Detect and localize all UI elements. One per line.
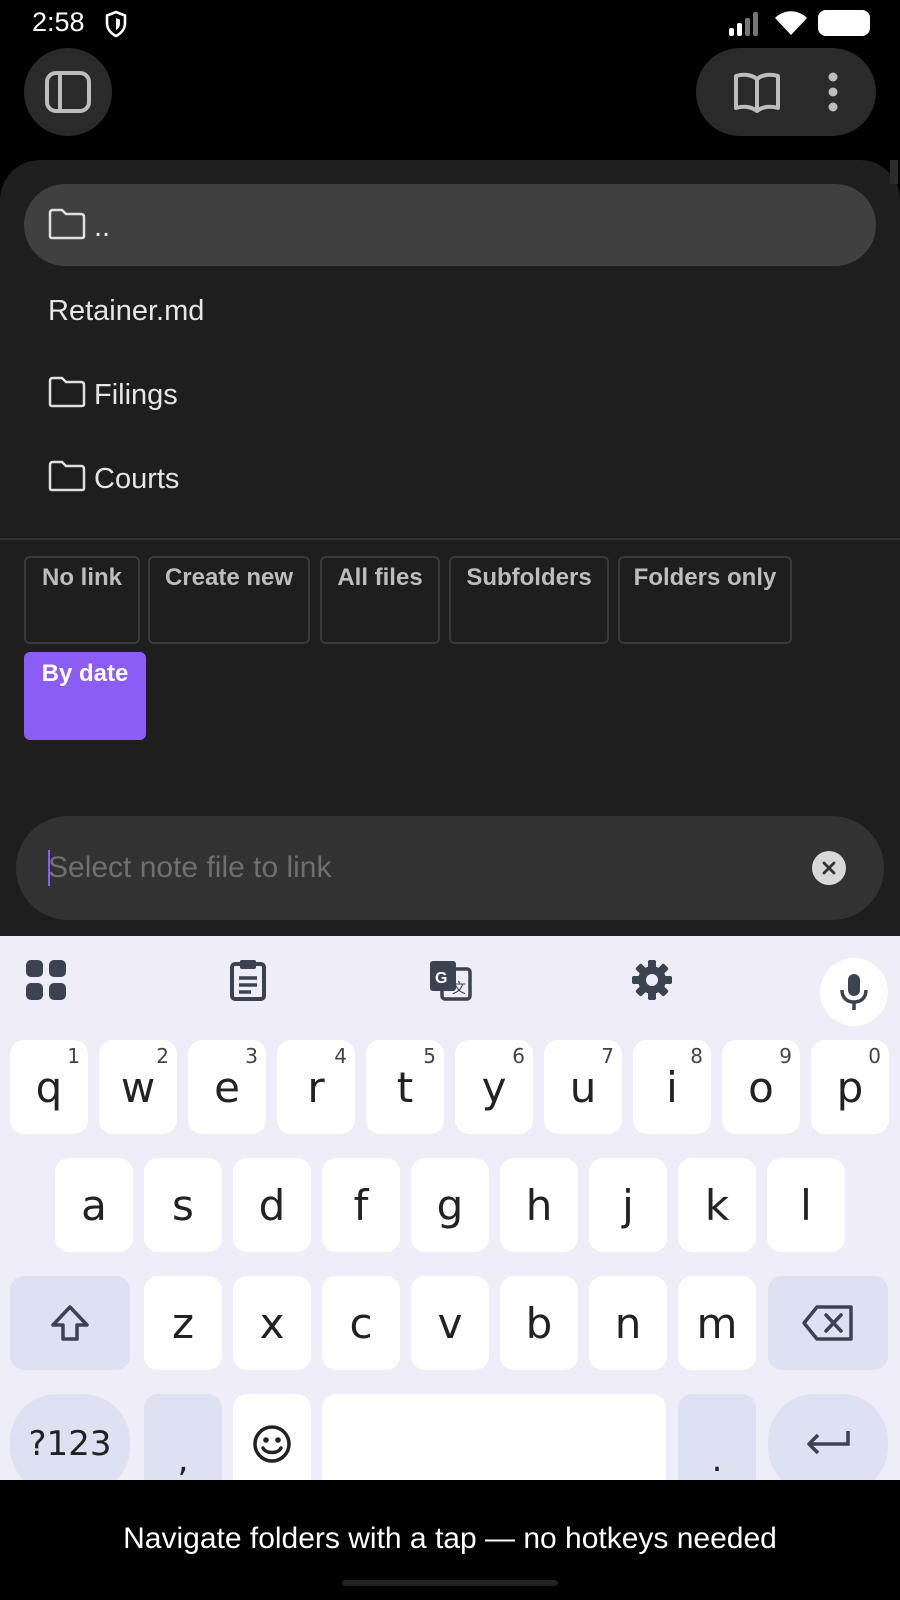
enter-icon xyxy=(807,1431,850,1455)
folder-icon xyxy=(48,208,86,240)
key-i[interactable]: i8 xyxy=(633,1040,711,1134)
list-item-label: Courts xyxy=(94,463,180,495)
key-u[interactable]: u7 xyxy=(544,1040,622,1134)
soft-keyboard: G 文 q1 w2 e3 r4 t5 y6 u7 i8 o 9 p 0 a s … xyxy=(0,936,900,1494)
chip-subfolders[interactable]: Subfolders xyxy=(449,556,609,644)
key-n[interactable]: n xyxy=(589,1276,667,1370)
folder-icon xyxy=(48,460,86,492)
translate-icon[interactable]: G 文 xyxy=(428,958,472,1002)
list-item-folder[interactable]: Courts xyxy=(24,436,876,518)
key-y[interactable]: y6 xyxy=(455,1040,533,1134)
comma-key[interactable]: , xyxy=(144,1394,222,1494)
keyboard-toolbar: G 文 xyxy=(0,936,900,1026)
svg-text:文: 文 xyxy=(452,980,466,996)
list-item-file[interactable]: Retainer.md xyxy=(24,268,876,350)
search-input[interactable] xyxy=(48,844,788,892)
symbols-key[interactable]: ?123 xyxy=(10,1394,130,1494)
caption-text: Navigate folders with a tap — no hotkeys… xyxy=(123,1522,777,1555)
search-bar xyxy=(16,816,884,920)
status-bar: 2:58 xyxy=(0,0,900,48)
settings-gear-icon[interactable] xyxy=(630,958,674,1002)
list-item-label: .. xyxy=(94,211,111,243)
key-l[interactable]: l xyxy=(767,1158,845,1252)
status-time: 2:58 xyxy=(32,7,85,37)
key-a[interactable]: a xyxy=(55,1158,133,1252)
clipboard-icon[interactable] xyxy=(226,958,270,1002)
status-icons xyxy=(728,10,870,36)
close-icon xyxy=(822,861,836,875)
key-w[interactable]: w2 xyxy=(99,1040,177,1134)
reading-view-icon[interactable] xyxy=(733,71,781,113)
home-indicator[interactable] xyxy=(342,1580,558,1586)
key-s[interactable]: s xyxy=(144,1158,222,1252)
clear-search-button[interactable] xyxy=(812,851,846,885)
divider xyxy=(0,538,900,540)
shield-icon xyxy=(105,10,127,38)
sidebar-toggle-button[interactable] xyxy=(24,48,112,136)
more-options-icon[interactable] xyxy=(827,72,839,112)
battery-icon xyxy=(818,10,870,36)
top-actions xyxy=(696,48,876,136)
microphone-icon xyxy=(840,974,868,1010)
sidebar-icon xyxy=(45,71,91,113)
voice-input-button[interactable] xyxy=(820,958,888,1026)
emoji-icon xyxy=(253,1425,291,1463)
key-e[interactable]: e3 xyxy=(188,1040,266,1134)
key-g[interactable]: g xyxy=(411,1158,489,1252)
chip-no-link[interactable]: No link xyxy=(24,556,140,644)
space-key[interactable] xyxy=(322,1394,666,1494)
key-q[interactable]: q1 xyxy=(10,1040,88,1134)
list-item-label: Filings xyxy=(94,379,178,411)
key-p[interactable]: p0 xyxy=(811,1040,889,1134)
list-item-folder[interactable]: Filings xyxy=(24,352,876,434)
backspace-key[interactable] xyxy=(768,1276,888,1370)
apps-grid-icon[interactable] xyxy=(24,958,68,1002)
text-cursor xyxy=(48,850,50,886)
chip-by-date[interactable]: By date xyxy=(24,652,146,740)
file-list: .. Retainer.md Filings Courts xyxy=(0,160,900,538)
caption-bar: Navigate folders with a tap — no hotkeys… xyxy=(0,1480,900,1600)
link-picker-sheet: .. Retainer.md Filings Courts No link Cr… xyxy=(0,160,900,936)
list-item-label: Retainer.md xyxy=(48,295,205,327)
folder-icon xyxy=(48,376,86,408)
chip-all-files[interactable]: All files xyxy=(320,556,440,644)
emoji-key[interactable] xyxy=(233,1394,311,1494)
key-v[interactable]: v xyxy=(411,1276,489,1370)
list-item-parent-folder[interactable]: .. xyxy=(24,184,876,266)
key-c[interactable]: c xyxy=(322,1276,400,1370)
backspace-icon xyxy=(802,1305,853,1341)
key-h[interactable]: h xyxy=(500,1158,578,1252)
key-b[interactable]: b xyxy=(500,1276,578,1370)
chip-folders-only[interactable]: Folders only xyxy=(618,556,792,644)
key-k[interactable]: k xyxy=(678,1158,756,1252)
shift-icon xyxy=(51,1305,89,1341)
period-key[interactable]: . xyxy=(678,1394,756,1494)
key-z[interactable]: z xyxy=(144,1276,222,1370)
enter-key[interactable] xyxy=(768,1394,888,1494)
key-m[interactable]: m xyxy=(678,1276,756,1370)
key-t[interactable]: t5 xyxy=(366,1040,444,1134)
key-d[interactable]: d xyxy=(233,1158,311,1252)
key-o[interactable]: o9 xyxy=(722,1040,800,1134)
key-j[interactable]: j xyxy=(589,1158,667,1252)
svg-text:G: G xyxy=(435,970,447,987)
key-r[interactable]: r4 xyxy=(277,1040,355,1134)
signal-icon xyxy=(729,12,758,36)
wifi-icon xyxy=(775,11,807,35)
key-f[interactable]: f xyxy=(322,1158,400,1252)
shift-key[interactable] xyxy=(10,1276,130,1370)
key-x[interactable]: x xyxy=(233,1276,311,1370)
chip-create-new[interactable]: Create new xyxy=(148,556,310,644)
